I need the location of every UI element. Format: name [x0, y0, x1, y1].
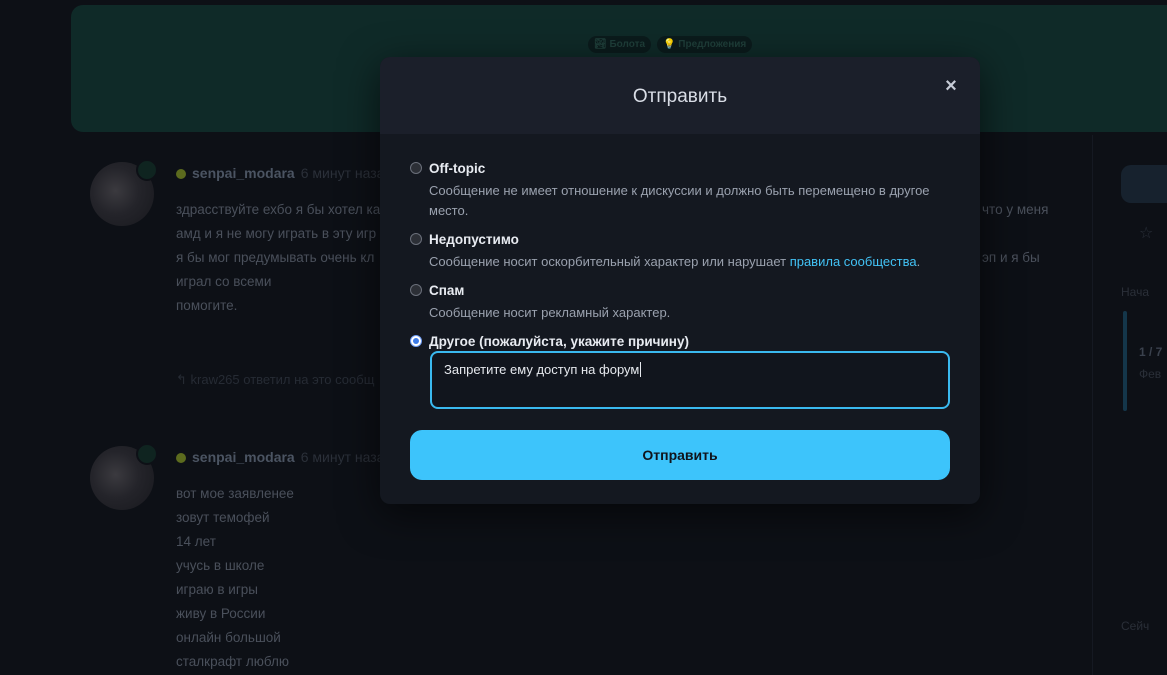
reason-textarea[interactable]: Запретите ему доступ на форум [430, 351, 950, 409]
modal-title: Отправить [632, 86, 728, 107]
option-description: Сообщение носит оскорбительный характер … [429, 252, 939, 272]
modal-header: Отправить × [380, 57, 980, 134]
option-title[interactable]: Off-topic [429, 161, 485, 176]
close-icon[interactable]: × [942, 76, 960, 96]
radio-off-topic[interactable] [410, 162, 422, 174]
radio-inappropriate[interactable] [410, 233, 422, 245]
radio-spam[interactable] [410, 284, 422, 296]
option-title[interactable]: Другое (пожалуйста, укажите причину) [429, 334, 689, 349]
option-description-end: . [916, 254, 921, 269]
flag-modal: Отправить × Off-topic Сообщение не имеет… [380, 57, 980, 504]
option-description: Сообщение носит рекламный характер. [429, 305, 671, 320]
submit-button[interactable]: Отправить [410, 430, 950, 480]
text-caret [640, 362, 642, 377]
option-description: Сообщение не имеет отношение к дискуссии… [429, 183, 930, 218]
option-description-text: Сообщение носит оскорбительный характер … [429, 254, 790, 269]
radio-other[interactable] [410, 335, 422, 347]
reason-text: Запретите ему доступ на форум [444, 362, 640, 377]
option-title[interactable]: Спам [429, 283, 464, 298]
option-title[interactable]: Недопустимо [429, 232, 519, 247]
community-rules-link[interactable]: правила сообщества [790, 254, 917, 269]
